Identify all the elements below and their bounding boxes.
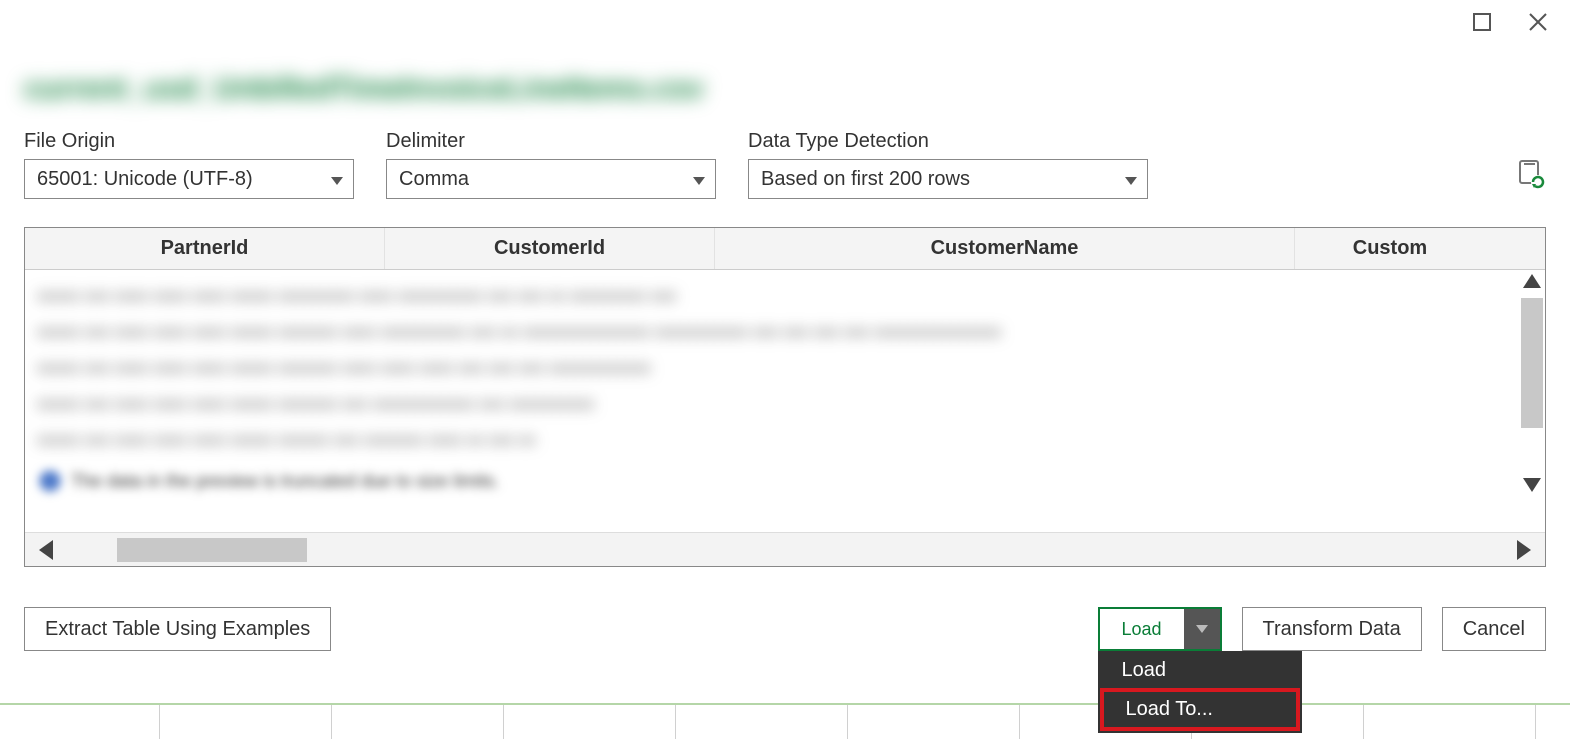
horizontal-scroll-thumb[interactable] xyxy=(117,538,307,562)
delimiter-value: Comma xyxy=(399,168,469,191)
column-header-custom[interactable]: Custom xyxy=(1295,228,1485,269)
scroll-left-icon[interactable] xyxy=(39,540,53,560)
cancel-button[interactable]: Cancel xyxy=(1442,607,1546,651)
datatype-dropdown[interactable]: Based on first 200 rows xyxy=(748,159,1148,199)
preview-grid: PartnerId CustomerId CustomerName Custom… xyxy=(24,227,1546,567)
extract-table-button[interactable]: Extract Table Using Examples xyxy=(24,607,331,651)
delimiter-label: Delimiter xyxy=(386,130,716,153)
table-row: xxxxx xxx xxxx xxxx xxxx xxxxx xxxxxx xx… xyxy=(37,422,1533,458)
column-header-customername[interactable]: CustomerName xyxy=(715,228,1295,269)
maximize-button[interactable] xyxy=(1468,8,1496,36)
chevron-down-icon xyxy=(1125,168,1137,191)
menu-item-load-to[interactable]: Load To... xyxy=(1100,688,1300,731)
delimiter-dropdown[interactable]: Comma xyxy=(386,159,716,199)
close-button[interactable] xyxy=(1524,8,1552,36)
horizontal-scrollbar[interactable] xyxy=(25,532,1545,566)
import-dialog: current_usd_UnbilledTimeInvoiceLineItems… xyxy=(0,0,1570,739)
grid-body: xxxxx xxx xxxx xxxx xxxx xxxxx xxxxxxxxx… xyxy=(25,270,1545,532)
scroll-down-icon[interactable] xyxy=(1523,478,1541,492)
grid-header: PartnerId CustomerId CustomerName Custom xyxy=(25,228,1545,270)
load-button[interactable]: Load xyxy=(1100,609,1184,649)
info-message: i The data in the preview is truncated d… xyxy=(39,470,499,492)
load-dropdown-caret[interactable] xyxy=(1184,609,1220,649)
load-split-button[interactable]: Load xyxy=(1098,607,1222,651)
column-header-partnerid[interactable]: PartnerId xyxy=(25,228,385,269)
scroll-up-icon[interactable] xyxy=(1523,274,1541,288)
column-header-customerid[interactable]: CustomerId xyxy=(385,228,715,269)
controls-row: File Origin 65001: Unicode (UTF-8) Delim… xyxy=(24,130,1546,199)
file-origin-label: File Origin xyxy=(24,130,354,153)
datatype-label: Data Type Detection xyxy=(748,130,1148,153)
load-dropdown-menu: Load Load To... xyxy=(1098,651,1302,733)
chevron-down-icon xyxy=(1196,625,1208,633)
blurred-data-rows: xxxxx xxx xxxx xxxx xxxx xxxxx xxxxxxxxx… xyxy=(25,270,1545,466)
spreadsheet-background xyxy=(0,703,1570,739)
table-row: xxxxx xxx xxxx xxxx xxxx xxxxx xxxxxxx x… xyxy=(37,314,1533,350)
menu-item-load[interactable]: Load xyxy=(1100,653,1300,688)
footer-buttons: Extract Table Using Examples Load Load L… xyxy=(24,607,1546,651)
info-text: The data in the preview is truncated due… xyxy=(71,471,499,492)
table-row: xxxxx xxx xxxx xxxx xxxx xxxxx xxxxxxxxx… xyxy=(37,278,1533,314)
transform-data-button[interactable]: Transform Data xyxy=(1242,607,1422,651)
file-origin-dropdown[interactable]: 65001: Unicode (UTF-8) xyxy=(24,159,354,199)
chevron-down-icon xyxy=(693,168,705,191)
scroll-right-icon[interactable] xyxy=(1517,540,1531,560)
titlebar xyxy=(0,0,1570,44)
table-row: xxxxx xxx xxxx xxxx xxxx xxxxx xxxxxxx x… xyxy=(37,350,1533,386)
datatype-value: Based on first 200 rows xyxy=(761,168,970,191)
file-origin-value: 65001: Unicode (UTF-8) xyxy=(37,168,253,191)
refresh-button[interactable] xyxy=(1518,160,1546,195)
table-row: xxxxx xxx xxxx xxxx xxxx xxxxx xxxxxxx x… xyxy=(37,386,1533,422)
svg-text:i: i xyxy=(48,473,52,490)
info-icon: i xyxy=(39,470,61,492)
vertical-scroll-thumb[interactable] xyxy=(1521,298,1543,428)
chevron-down-icon xyxy=(331,168,343,191)
filename-title: current_usd_UnbilledTimeInvoiceLineItems… xyxy=(24,72,1546,106)
